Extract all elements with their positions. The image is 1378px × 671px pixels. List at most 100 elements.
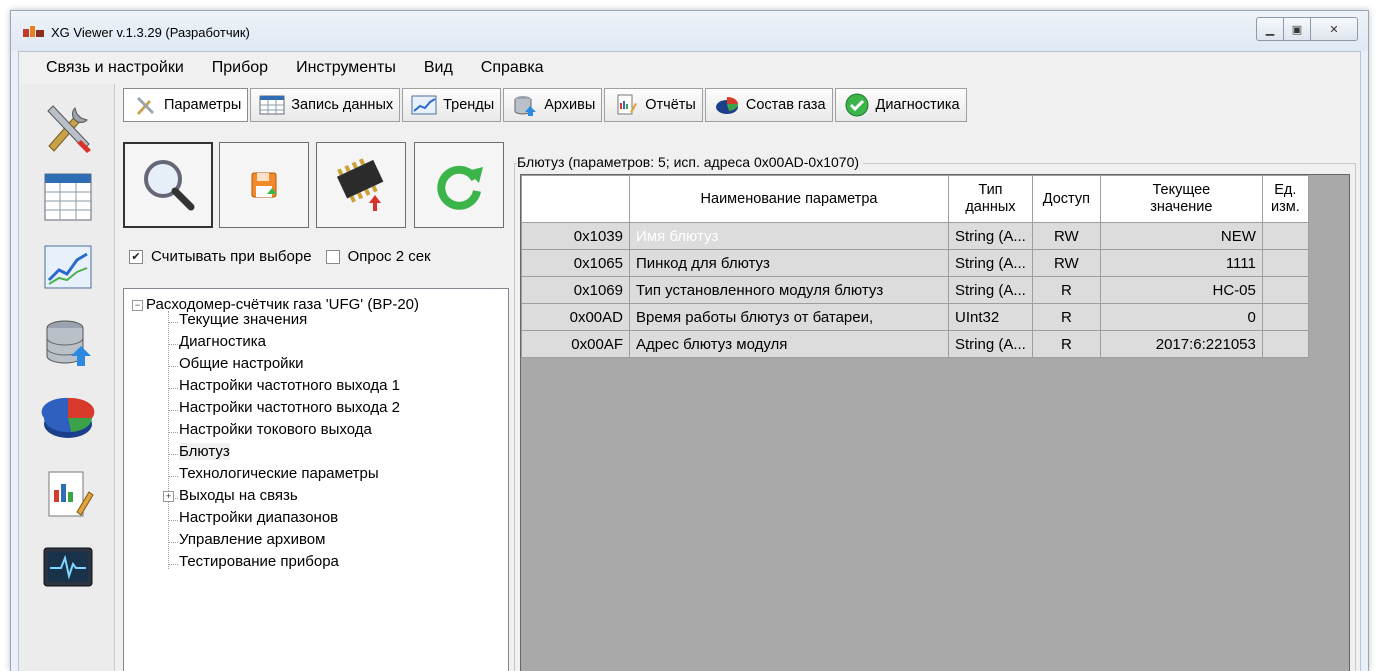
tab-trends[interactable]: Тренды (402, 88, 502, 122)
poll-2s-label: Опрос 2 сек (347, 248, 431, 265)
tab-data-recording[interactable]: Запись данных (250, 88, 401, 122)
name-cell[interactable]: Тип установленного модуля блютуз (629, 276, 949, 304)
address-cell[interactable]: 0x1065 (521, 249, 630, 277)
device-tree[interactable]: − Расходомер-счётчик газа 'UFG' (ВР-20) Т… (123, 288, 509, 671)
tree-item[interactable]: Технологические параметры (179, 465, 379, 482)
value-cell[interactable]: NEW (1099, 222, 1263, 250)
collapse-icon[interactable]: − (132, 299, 143, 311)
unit-cell[interactable] (1261, 303, 1309, 331)
minimize-button[interactable]: ▁ (1256, 17, 1284, 41)
access-cell[interactable]: RW (1031, 222, 1101, 250)
menu-tools[interactable]: Инструменты (282, 59, 410, 77)
name-cell[interactable]: Имя блютуз (629, 222, 949, 250)
address-cell[interactable]: 0x1069 (521, 276, 630, 304)
parameters-group: Блютуз (параметров: 5; исп. адреса 0x00A… (514, 154, 1356, 671)
parameters-left-pane: ✔ Считывать при выборе Опрос 2 сек − Расх… (123, 142, 509, 671)
column-header-unit[interactable]: Ед. изм. (1261, 175, 1309, 223)
tab-parameters[interactable]: Параметры (123, 88, 249, 122)
value-cell[interactable]: HC-05 (1099, 276, 1263, 304)
tree-item[interactable]: Управление архивом (179, 531, 325, 548)
unit-cell[interactable] (1261, 330, 1309, 358)
unit-cell[interactable] (1261, 222, 1309, 250)
menu-view[interactable]: Вид (410, 59, 467, 77)
table-icon[interactable] (41, 170, 95, 224)
tree-item[interactable]: Текущие значения (179, 311, 307, 328)
tab-reports[interactable]: Отчёты (604, 88, 703, 122)
access-cell[interactable]: R (1031, 276, 1101, 304)
unit-cell[interactable] (1261, 276, 1309, 304)
save-button[interactable] (219, 142, 309, 228)
tree-item[interactable]: Настройки частотного выхода 1 (179, 377, 400, 394)
tree-item-label: Диагностика (179, 333, 266, 350)
value-cell[interactable]: 1111 (1099, 249, 1263, 277)
column-header-name[interactable]: Наименование параметра (629, 175, 949, 223)
column-header-access[interactable]: Доступ (1031, 175, 1101, 223)
type-cell[interactable]: String (A... (948, 276, 1033, 304)
tree-item[interactable]: Настройки диапазонов (179, 509, 338, 526)
close-button[interactable]: ✕ (1311, 17, 1358, 41)
tree-item-label: Настройки частотного выхода 1 (179, 377, 400, 394)
type-cell[interactable]: String (A... (948, 249, 1033, 277)
tree-item[interactable]: Настройки токового выхода (179, 421, 372, 438)
tree-item[interactable]: Настройки частотного выхода 2 (179, 399, 400, 416)
tree-item[interactable]: + Выходы на связь (163, 487, 298, 504)
menu-device[interactable]: Прибор (198, 59, 282, 77)
parameters-grid[interactable]: Наименование параметра Тип данных Доступ … (520, 174, 1350, 671)
poll-2s-checkbox[interactable] (325, 249, 340, 264)
tree-item[interactable]: Общие настройки (179, 355, 304, 372)
access-cell[interactable]: RW (1031, 249, 1101, 277)
name-cell[interactable]: Адрес блютуз модуля (629, 330, 949, 358)
title-bar[interactable]: XG Viewer v.1.3.29 (Разработчик) ▁ ▣ ✕ (11, 11, 1368, 51)
value-cell[interactable]: 0 (1099, 303, 1263, 331)
report-edit-icon[interactable] (41, 468, 95, 522)
search-button[interactable] (123, 142, 213, 228)
type-cell[interactable]: String (A... (948, 222, 1033, 250)
read-on-select-checkbox[interactable]: ✔ (129, 249, 143, 264)
refresh-button[interactable] (414, 142, 504, 228)
tree-item-label: Настройки диапазонов (179, 509, 339, 526)
menu-help[interactable]: Справка (467, 59, 558, 77)
tab-gas-composition[interactable]: Состав газа (704, 88, 833, 122)
pie-chart-icon[interactable] (41, 392, 95, 446)
table-row[interactable]: 0x00AD Время работы блютуз от батареи, UIn… (521, 303, 1309, 331)
database-upload-icon[interactable] (41, 316, 95, 370)
maximize-button[interactable]: ▣ (1284, 17, 1311, 41)
address-cell[interactable]: 0x00AF (521, 330, 630, 358)
access-cell[interactable]: R (1031, 303, 1101, 331)
type-cell[interactable]: String (A... (948, 330, 1033, 358)
window-title: XG Viewer v.1.3.29 (Разработчик) (51, 25, 250, 40)
minimize-icon: ▁ (1265, 22, 1275, 36)
address-cell[interactable]: 0x1039 (521, 222, 630, 250)
access-cell[interactable]: R (1031, 330, 1101, 358)
tree-item-label: Настройки токового выхода (179, 421, 372, 438)
refresh-icon (437, 165, 483, 210)
name-cell[interactable]: Время работы блютуз от батареи, (629, 303, 949, 331)
trend-chart-icon[interactable] (41, 240, 95, 294)
table-row[interactable]: 0x1039 Имя блютуз String (A... RW NEW (521, 222, 1309, 250)
table-row[interactable]: 0x1069 Тип установленного модуля блютуз St… (521, 276, 1309, 304)
tab-archives[interactable]: Архивы (503, 88, 603, 122)
column-header-address[interactable] (521, 175, 630, 223)
name-cell[interactable]: Пинкод для блютуз (629, 249, 949, 277)
unit-cell[interactable] (1261, 249, 1309, 277)
column-header-value[interactable]: Текущее значение (1099, 175, 1263, 223)
tab-label: Отчёты (645, 97, 696, 113)
write-to-device-button[interactable] (316, 142, 406, 228)
type-cell[interactable]: UInt32 (948, 303, 1033, 331)
table-row[interactable]: 0x00AF Адрес блютуз модуля String (A... R 20… (521, 330, 1309, 358)
table-row[interactable]: 0x1065 Пинкод для блютуз String (A... RW 111… (521, 249, 1309, 277)
tree-item[interactable]: Тестирование прибора (179, 553, 339, 570)
tree-item[interactable]: Блютуз (179, 443, 230, 460)
tools-icon[interactable] (41, 100, 95, 154)
tab-diagnostics[interactable]: Диагностика (834, 88, 967, 122)
pie-chart-icon (712, 93, 742, 117)
close-icon: ✕ (1329, 22, 1339, 36)
tree-item[interactable]: Диагностика (179, 333, 266, 350)
menu-connection-settings[interactable]: Связь и настройки (19, 59, 198, 77)
column-header-type[interactable]: Тип данных (948, 175, 1033, 223)
chip-upload-icon (336, 158, 384, 211)
value-cell[interactable]: 2017:6:221053 (1099, 330, 1263, 358)
address-cell[interactable]: 0x00AD (521, 303, 630, 331)
expand-icon[interactable]: + (163, 491, 174, 502)
monitor-pulse-icon[interactable] (41, 542, 95, 596)
